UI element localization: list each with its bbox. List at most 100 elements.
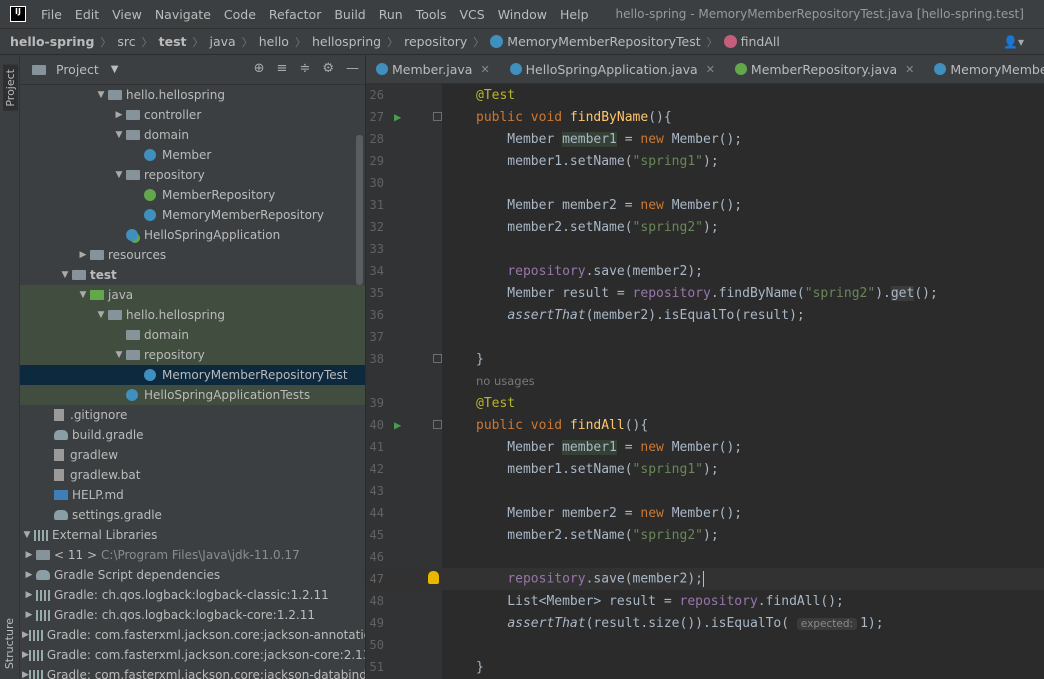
code-line[interactable]: 27 ▶ public void findByName(){ (366, 106, 1044, 128)
project-panel-title[interactable]: Project (56, 62, 99, 77)
code-line[interactable]: no usages (366, 370, 1044, 392)
chevron-right-icon[interactable]: ▶ (22, 590, 36, 600)
menu-item-code[interactable]: Code (224, 7, 256, 22)
tree-item[interactable]: MemoryMemberRepository (20, 205, 365, 225)
menu-item-file[interactable]: File (41, 7, 62, 22)
close-icon[interactable]: ✕ (706, 63, 715, 76)
editor-tab[interactable]: HelloSpringApplication.java ✕ (500, 55, 725, 83)
chevron-right-icon[interactable]: ▶ (22, 630, 29, 640)
menu-item-run[interactable]: Run (379, 7, 403, 22)
code-line[interactable]: 42 member1.setName("spring1"); (366, 458, 1044, 480)
tree-item[interactable]: ▼ repository (20, 345, 365, 365)
tree-item[interactable]: MemoryMemberRepositoryTest (20, 365, 365, 385)
tree-item[interactable]: ▶ Gradle: com.fasterxml.jackson.core:jack… (20, 665, 365, 679)
menu-item-help[interactable]: Help (560, 7, 589, 22)
code-line[interactable]: 40 ▶ public void findAll(){ (366, 414, 1044, 436)
code-area[interactable]: 26 @Test 27 ▶ public void findByName(){28 Me… (366, 84, 1044, 679)
code-line[interactable]: 31 Member member2 = new Member(); (366, 194, 1044, 216)
chevron-down-icon[interactable]: ▼ (76, 290, 90, 300)
close-icon[interactable]: ✕ (480, 63, 489, 76)
chevron-right-icon[interactable]: ▶ (76, 250, 90, 260)
fold-marker-icon[interactable] (433, 420, 442, 429)
editor-tab[interactable]: MemoryMemberRepository.ja (924, 55, 1044, 83)
tree-item[interactable]: MemberRepository (20, 185, 365, 205)
editor-tab[interactable]: Member.java ✕ (366, 55, 500, 83)
tree-item[interactable]: ▶ Gradle: ch.qos.logback:logback-core:1.2… (20, 605, 365, 625)
tree-item[interactable]: HelloSpringApplicationTests (20, 385, 365, 405)
chevron-down-icon[interactable]: ▼ (94, 90, 108, 100)
menu-item-build[interactable]: Build (334, 7, 365, 22)
tree-item[interactable]: HelloSpringApplication (20, 225, 365, 245)
breadcrumb-item[interactable]: src (117, 34, 135, 49)
code-line[interactable]: 45 member2.setName("spring2"); (366, 524, 1044, 546)
tree-item[interactable]: gradlew.bat (20, 465, 365, 485)
code-line[interactable]: 34 repository.save(member2); (366, 260, 1044, 282)
chevron-down-icon[interactable]: ▼ (112, 350, 126, 360)
breadcrumb-item[interactable]: MemoryMemberRepositoryTest (490, 34, 701, 49)
close-icon[interactable]: ✕ (905, 63, 914, 76)
locate-icon[interactable]: ⊕ (254, 61, 265, 76)
menu-item-refactor[interactable]: Refactor (269, 7, 321, 22)
fold-marker-icon[interactable] (433, 354, 442, 363)
chevron-right-icon[interactable]: ▶ (22, 670, 29, 679)
code-line[interactable]: 51} (366, 656, 1044, 678)
menu-item-view[interactable]: View (112, 7, 142, 22)
account-icon[interactable]: 👤▾ (1003, 35, 1024, 49)
tree-item[interactable]: ▼ External Libraries (20, 525, 365, 545)
structure-tool-button[interactable]: Structure (3, 618, 16, 669)
breadcrumb-item[interactable]: findAll (723, 34, 780, 49)
tree-item[interactable]: ▼ repository (20, 165, 365, 185)
tree-item[interactable]: ▶ Gradle: com.fasterxml.jackson.core:jack… (20, 625, 365, 645)
code-line[interactable]: 41 Member member1 = new Member(); (366, 436, 1044, 458)
run-test-icon[interactable]: ▶ (394, 110, 401, 124)
chevron-down-icon[interactable]: ▼ (111, 64, 119, 75)
tree-item[interactable]: gradlew (20, 445, 365, 465)
tree-item[interactable]: Member (20, 145, 365, 165)
tree-scrollbar[interactable] (356, 135, 363, 285)
chevron-right-icon[interactable]: ▶ (22, 650, 29, 660)
tree-item[interactable]: ▶ Gradle Script dependencies (20, 565, 365, 585)
code-line[interactable]: 32 member2.setName("spring2"); (366, 216, 1044, 238)
code-line[interactable]: 30 (366, 172, 1044, 194)
chevron-down-icon[interactable]: ▼ (58, 270, 72, 280)
menu-item-tools[interactable]: Tools (416, 7, 447, 22)
hide-icon[interactable]: — (346, 61, 359, 76)
code-line[interactable]: 48 List<Member> result = repository.find… (366, 590, 1044, 612)
breadcrumb-item[interactable]: java (210, 34, 236, 49)
tree-item[interactable]: .gitignore (20, 405, 365, 425)
run-test-icon[interactable]: ▶ (394, 418, 401, 432)
tree-item[interactable]: ▼ hello.hellospring (20, 305, 365, 325)
code-line[interactable]: 36 assertThat(member2).isEqualTo(result)… (366, 304, 1044, 326)
tree-item[interactable]: ▼ java (20, 285, 365, 305)
code-line[interactable]: 47 repository.save(member2); (366, 568, 1044, 590)
editor-tab[interactable]: MemberRepository.java ✕ (725, 55, 924, 83)
code-line[interactable]: 29 member1.setName("spring1"); (366, 150, 1044, 172)
tree-item[interactable]: ▶ Gradle: com.fasterxml.jackson.core:jack… (20, 645, 365, 665)
code-line[interactable]: 35 Member result = repository.findByName… (366, 282, 1044, 304)
code-line[interactable]: 44 Member member2 = new Member(); (366, 502, 1044, 524)
chevron-right-icon[interactable]: ▶ (22, 550, 36, 560)
tree-item[interactable]: domain (20, 325, 365, 345)
menu-item-edit[interactable]: Edit (75, 7, 99, 22)
tree-item[interactable]: ▶ resources (20, 245, 365, 265)
code-line[interactable]: 37 (366, 326, 1044, 348)
chevron-down-icon[interactable]: ▼ (112, 130, 126, 140)
tree-item[interactable]: ▶ < 11 > C:\Program Files\Java\jdk-11.0.17 (20, 545, 365, 565)
breadcrumb-item[interactable]: hello (259, 34, 289, 49)
code-line[interactable]: 38} (366, 348, 1044, 370)
chevron-right-icon[interactable]: ▶ (22, 570, 36, 580)
code-line[interactable]: 46 (366, 546, 1044, 568)
code-line[interactable]: 43 (366, 480, 1044, 502)
collapse-all-icon[interactable]: ≑ (299, 61, 310, 76)
chevron-down-icon[interactable]: ▼ (20, 530, 34, 540)
lightbulb-icon[interactable] (428, 571, 439, 584)
code-line[interactable]: 28 Member member1 = new Member(); (366, 128, 1044, 150)
breadcrumb-item[interactable]: hello-spring (10, 34, 94, 49)
breadcrumb-item[interactable]: test (159, 34, 187, 49)
code-line[interactable]: 49 assertThat(result.size()).isEqualTo( … (366, 612, 1044, 634)
code-line[interactable]: 39 @Test (366, 392, 1044, 414)
menu-item-window[interactable]: Window (498, 7, 547, 22)
menu-item-vcs[interactable]: VCS (460, 7, 485, 22)
no-usages-hint[interactable]: no usages (476, 374, 535, 388)
tree-item[interactable]: ▶ controller (20, 105, 365, 125)
